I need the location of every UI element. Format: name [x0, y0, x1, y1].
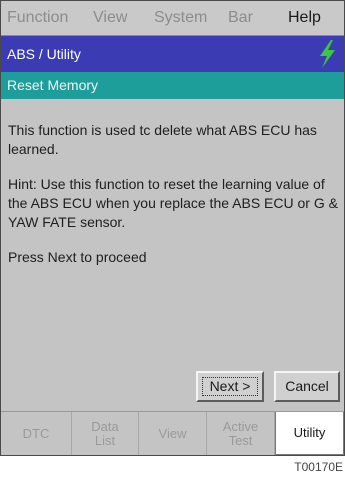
- tab-active-test-label-line2: Test: [228, 432, 253, 448]
- figure-id: T00170E: [294, 460, 343, 474]
- menu-system[interactable]: System: [154, 1, 207, 35]
- tab-dtc[interactable]: DTC: [1, 412, 72, 455]
- menu-view[interactable]: View: [93, 1, 127, 35]
- tab-data-list-label-line2: List: [94, 432, 116, 448]
- lightning-bolt-icon: [320, 40, 335, 68]
- menu-bar: Function View System Bar Help: [1, 1, 344, 36]
- next-button[interactable]: Next >: [196, 371, 264, 402]
- instruction-text: This function is used tc delete what ABS…: [8, 121, 338, 283]
- menu-help[interactable]: Help: [288, 1, 321, 35]
- tab-view[interactable]: View: [139, 412, 207, 455]
- tab-view-label: View: [158, 425, 187, 441]
- menu-bar[interactable]: Bar: [228, 1, 253, 35]
- tab-utility[interactable]: Utility: [275, 412, 344, 455]
- hint-text: Hint: Use this function to reset the lea…: [8, 176, 338, 230]
- screen-subtitle: Reset Memory: [7, 77, 99, 93]
- bottom-tab-bar: DTC Data List View Active Test Utility: [1, 411, 344, 455]
- cancel-button[interactable]: Cancel: [274, 371, 340, 402]
- title-bar: ABS / Utility: [1, 36, 344, 72]
- tab-active-test-label-line1: Active: [222, 418, 259, 434]
- tab-dtc-label: DTC: [22, 425, 50, 441]
- menu-function[interactable]: Function: [7, 1, 68, 35]
- subtitle-bar: Reset Memory: [1, 72, 344, 99]
- proceed-text: Press Next to proceed: [8, 249, 147, 265]
- tab-data-list[interactable]: Data List: [72, 412, 139, 455]
- next-button-label: Next >: [198, 373, 262, 400]
- screen-title: ABS / Utility: [7, 46, 81, 62]
- cancel-button-label: Cancel: [285, 378, 329, 394]
- tester-screen: Function View System Bar Help ABS / Util…: [0, 0, 345, 456]
- description-text: This function is used tc delete what ABS…: [8, 122, 317, 157]
- tab-utility-label: Utility: [293, 425, 326, 440]
- tab-active-test[interactable]: Active Test: [207, 412, 275, 455]
- tab-data-list-label-line1: Data: [91, 418, 119, 434]
